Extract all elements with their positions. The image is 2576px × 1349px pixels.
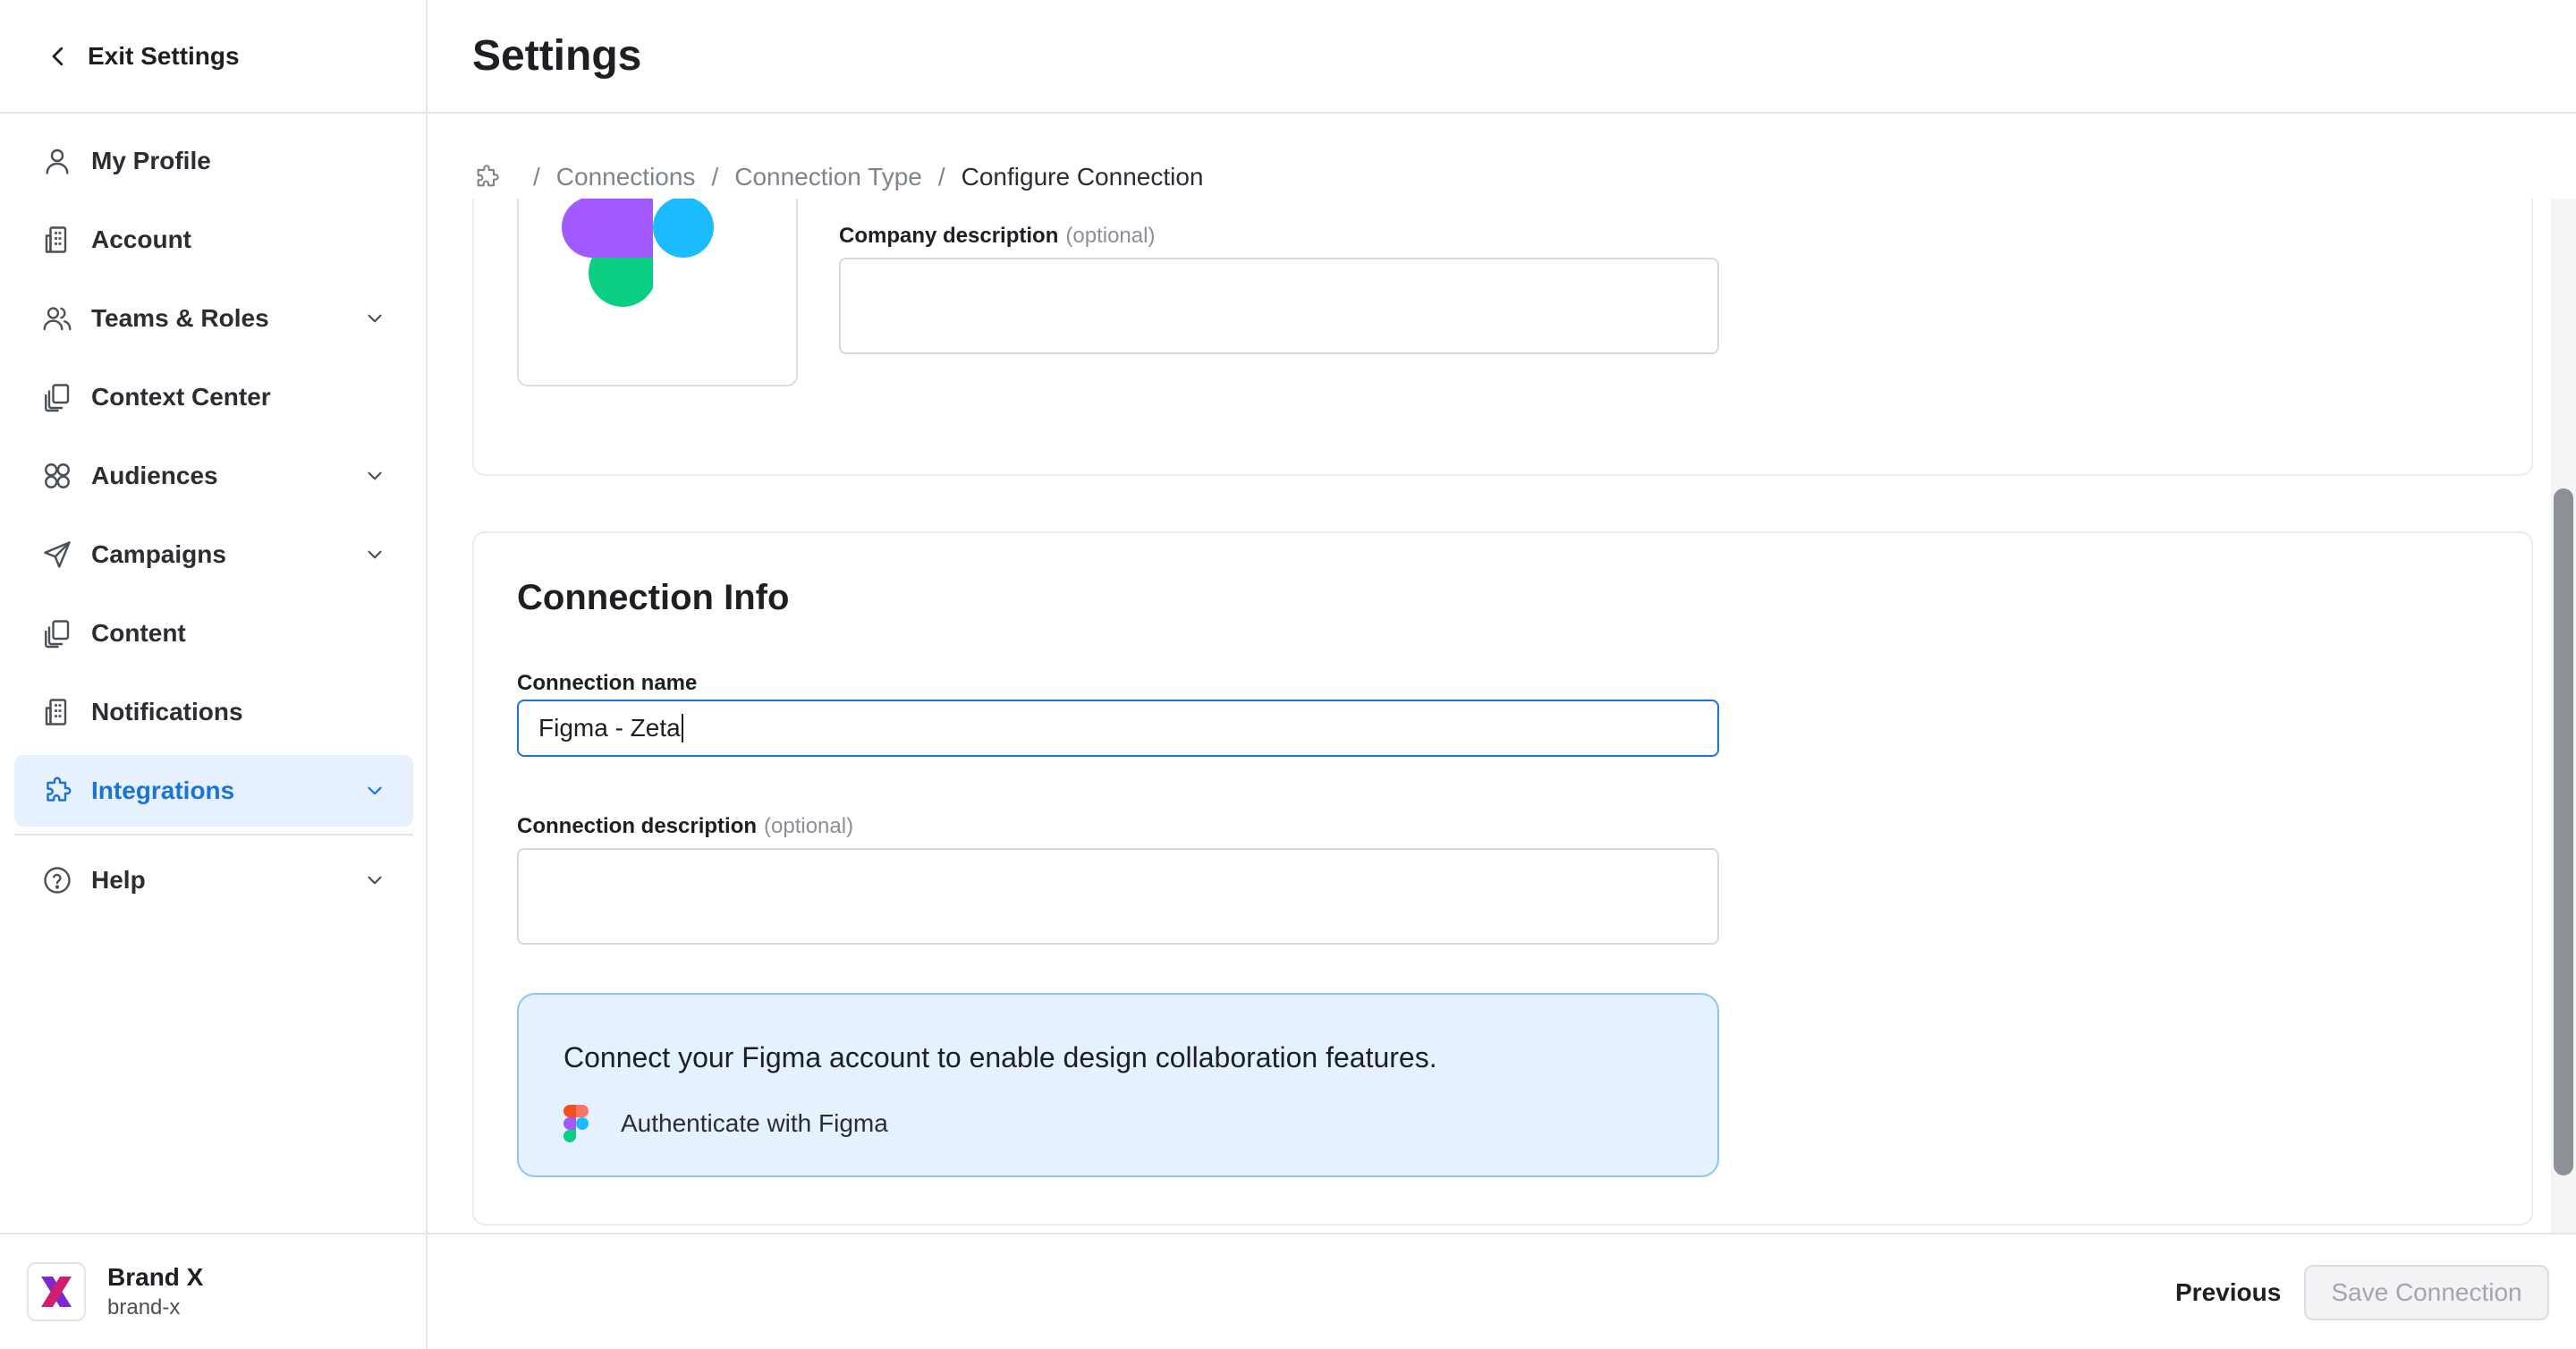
breadcrumb: / Connections / Connection Type / Config… bbox=[472, 157, 1203, 197]
connection-name-label: Connection name bbox=[517, 671, 698, 695]
sidebar-item-label: Audiences bbox=[91, 462, 218, 489]
documents-icon bbox=[41, 617, 73, 649]
user-icon bbox=[41, 145, 73, 177]
footer-actions: Previous Save Connection bbox=[428, 1233, 2576, 1349]
breadcrumb-separator: / bbox=[711, 163, 719, 191]
exit-settings-button[interactable]: Exit Settings bbox=[0, 0, 428, 114]
breadcrumb-current: Configure Connection bbox=[961, 163, 1204, 191]
settings-main: Settings / Connections / Connection Type… bbox=[428, 0, 2576, 1349]
breadcrumb-connection-type[interactable]: Connection Type bbox=[734, 163, 922, 191]
company-description-label: Company description (optional) bbox=[839, 224, 1156, 248]
sidebar-item-audiences[interactable]: Audiences bbox=[14, 440, 413, 512]
brand-switcher[interactable]: Brand X brand-x bbox=[0, 1233, 428, 1349]
page-title: Settings bbox=[472, 32, 642, 80]
sidebar-item-label: Campaigns bbox=[91, 540, 226, 568]
breadcrumb-separator: / bbox=[937, 163, 945, 191]
previous-button[interactable]: Previous bbox=[2154, 1265, 2302, 1320]
connection-info-card: Connection Info Connection name Figma - … bbox=[472, 531, 2533, 1226]
scrollbar-thumb[interactable] bbox=[2554, 488, 2573, 1175]
text-caret bbox=[681, 714, 683, 742]
sidebar-item-label: Integrations bbox=[91, 776, 235, 804]
send-icon bbox=[41, 539, 73, 571]
brand-logo bbox=[27, 1262, 86, 1321]
app-root: Exit Settings My Profile Account Teams & bbox=[0, 0, 2576, 1349]
chevron-down-icon[interactable] bbox=[363, 779, 386, 802]
section-title: Connection Info bbox=[517, 578, 790, 617]
sidebar-item-help[interactable]: Help bbox=[14, 844, 413, 916]
sidebar-item-label: Teams & Roles bbox=[91, 304, 269, 332]
settings-scroll-area: Company description (optional) Connection… bbox=[428, 199, 2576, 1233]
connection-description-label: Connection description (optional) bbox=[517, 814, 854, 838]
company-logo-upload[interactable] bbox=[517, 199, 798, 386]
connection-description-field[interactable] bbox=[517, 848, 1719, 945]
breadcrumb-connections[interactable]: Connections bbox=[556, 163, 696, 191]
callout-text: Connect your Figma account to enable des… bbox=[564, 1041, 1437, 1073]
building-icon bbox=[41, 696, 73, 728]
puzzle-icon bbox=[41, 775, 73, 807]
sidebar-item-label: Notifications bbox=[91, 698, 243, 725]
chevron-down-icon[interactable] bbox=[363, 869, 386, 892]
brand-name: Brand X bbox=[107, 1263, 204, 1291]
settings-nav: My Profile Account Teams & Roles Context… bbox=[14, 125, 413, 923]
brand-handle: brand-x bbox=[107, 1295, 181, 1319]
sidebar-item-label: Account bbox=[91, 225, 191, 253]
save-connection-button[interactable]: Save Connection bbox=[2304, 1265, 2549, 1320]
sidebar-item-campaigns[interactable]: Campaigns bbox=[14, 519, 413, 590]
sidebar-item-notifications[interactable]: Notifications bbox=[14, 676, 413, 748]
sidebar-item-content[interactable]: Content bbox=[14, 598, 413, 669]
sidebar-item-teams-roles[interactable]: Teams & Roles bbox=[14, 283, 413, 354]
company-description-field[interactable] bbox=[839, 258, 1719, 354]
connection-name-input[interactable]: Figma - Zeta bbox=[517, 700, 1719, 757]
audience-icon bbox=[41, 460, 73, 492]
sidebar-item-my-profile[interactable]: My Profile bbox=[14, 125, 413, 197]
optional-tag: (optional) bbox=[1065, 224, 1156, 248]
header: Settings bbox=[428, 0, 2576, 114]
exit-settings-label: Exit Settings bbox=[88, 41, 240, 70]
sidebar-item-integrations[interactable]: Integrations bbox=[14, 755, 413, 827]
optional-tag: (optional) bbox=[764, 814, 854, 838]
figma-logo-icon bbox=[562, 199, 714, 308]
sidebar-item-context-center[interactable]: Context Center bbox=[14, 361, 413, 433]
chevron-down-icon[interactable] bbox=[363, 307, 386, 330]
users-icon bbox=[41, 302, 73, 335]
authenticate-figma-label: Authenticate with Figma bbox=[621, 1109, 888, 1137]
sidebar-item-label: My Profile bbox=[91, 147, 211, 174]
help-icon bbox=[41, 864, 73, 896]
breadcrumb-separator: / bbox=[533, 163, 540, 191]
chevron-down-icon[interactable] bbox=[363, 464, 386, 488]
chevron-down-icon[interactable] bbox=[363, 543, 386, 566]
figma-icon bbox=[564, 1105, 589, 1142]
sidebar-item-label: Content bbox=[91, 619, 186, 647]
chevron-left-icon bbox=[52, 47, 64, 65]
settings-sidebar: Exit Settings My Profile Account Teams & bbox=[0, 0, 428, 1349]
sidebar-item-account[interactable]: Account bbox=[14, 204, 413, 276]
documents-icon bbox=[41, 381, 73, 413]
sidebar-item-label: Context Center bbox=[91, 383, 271, 411]
figma-auth-callout: Connect your Figma account to enable des… bbox=[517, 993, 1719, 1177]
building-icon bbox=[41, 224, 73, 256]
sidebar-item-label: Help bbox=[91, 866, 146, 894]
authenticate-figma-button[interactable]: Authenticate with Figma bbox=[564, 1104, 888, 1143]
puzzle-icon[interactable] bbox=[472, 163, 501, 191]
sidebar-divider bbox=[14, 834, 413, 836]
company-card: Company description (optional) bbox=[472, 199, 2533, 476]
